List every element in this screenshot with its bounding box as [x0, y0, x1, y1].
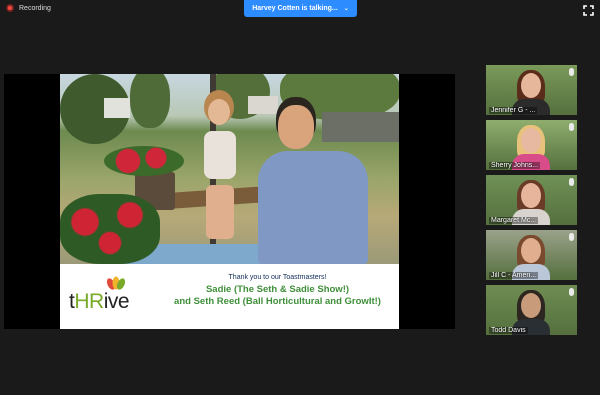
participant-face: [521, 128, 541, 153]
banner-line-3: and Seth Reed (Ball Horticultural and Gr…: [174, 296, 381, 307]
participant-name: Todd Davis: [489, 327, 528, 334]
leaves-icon: [106, 276, 126, 290]
participant-tile[interactable]: Jill C - Ameri...: [486, 230, 577, 280]
red-flowers: [60, 194, 160, 264]
house: [104, 98, 130, 118]
participant-name: Jill C - Ameri...: [489, 272, 539, 279]
recording-label: Recording: [19, 4, 51, 12]
banner-line-1: Thank you to our Toastmasters!: [228, 274, 327, 281]
man-shirt: [258, 151, 368, 264]
participant-face: [521, 293, 541, 318]
video-banner: tHRive Thank you to our Toastmasters! Sa…: [60, 264, 399, 329]
recording-indicator[interactable]: Recording: [6, 4, 51, 12]
participant-tile[interactable]: Sherry Johns...: [486, 120, 577, 170]
fullscreen-icon[interactable]: [583, 5, 594, 16]
active-speaker-label: Harvey Cotten is talking...: [252, 5, 338, 12]
thrive-logo: tHRive: [69, 274, 149, 322]
girl-body: [204, 131, 236, 179]
man-head: [278, 105, 314, 149]
record-icon: [6, 4, 14, 12]
participant-face: [521, 238, 541, 263]
main-video[interactable]: [60, 74, 399, 264]
participant-name: Jennifer G - ...: [489, 107, 538, 114]
participant-face: [521, 183, 541, 208]
chevron-down-icon: ⌄: [343, 6, 349, 12]
logo-wordmark: tHRive: [69, 290, 130, 313]
red-flowers: [104, 146, 184, 176]
man-figure: [258, 99, 368, 264]
banner-text: Thank you to our Toastmasters! Sadie (Th…: [160, 274, 395, 308]
microphone-icon: [569, 123, 574, 131]
participant-tile[interactable]: Jennifer G - ...: [486, 65, 577, 115]
participant-name: Margaret Mc...: [489, 217, 539, 224]
microphone-icon: [569, 288, 574, 296]
participant-tile[interactable]: Todd Davis: [486, 285, 577, 335]
microphone-icon: [569, 178, 574, 186]
girl-head: [208, 99, 230, 125]
banner-line-2: Sadie (The Seth & Sadie Show!): [205, 284, 350, 295]
girl-legs: [206, 185, 234, 239]
microphone-icon: [569, 233, 574, 241]
participant-face: [521, 73, 541, 98]
participant-name: Sherry Johns...: [489, 162, 541, 169]
girl-figure: [200, 99, 240, 239]
active-speaker-button[interactable]: Harvey Cotten is talking... ⌄: [244, 0, 357, 17]
microphone-icon: [569, 68, 574, 76]
participant-tile[interactable]: Margaret Mc...: [486, 175, 577, 225]
tree: [130, 74, 170, 128]
